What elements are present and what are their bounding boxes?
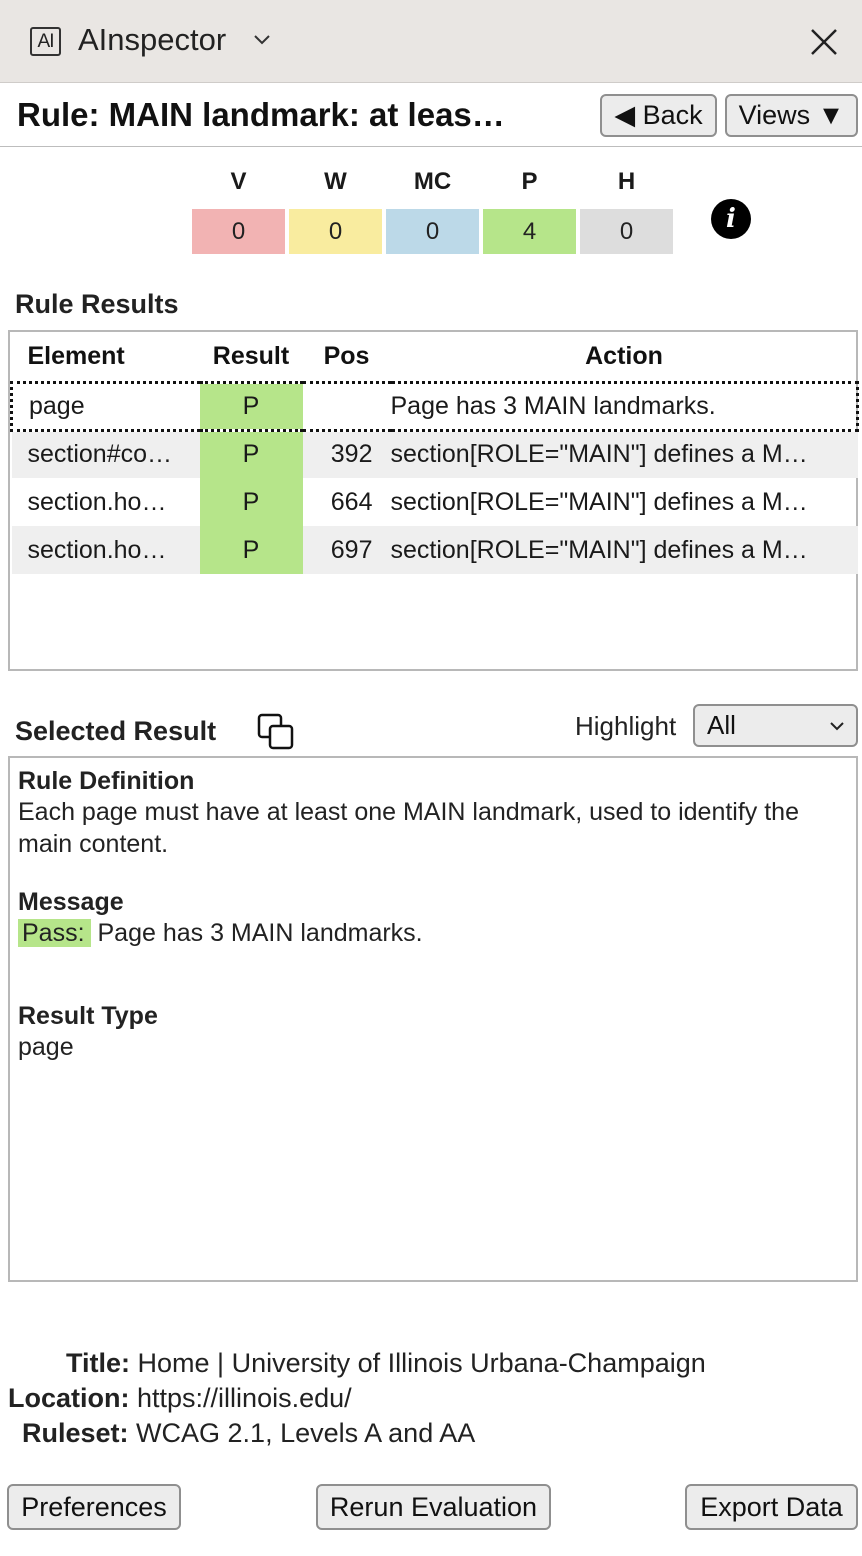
copy-icon[interactable] (257, 713, 295, 751)
table-row[interactable]: page P Page has 3 MAIN landmarks. (10, 380, 859, 432)
back-button[interactable]: ◀ Back (600, 94, 717, 137)
cell-result: P (199, 380, 303, 432)
cell-element: section.ho… (11, 526, 200, 574)
title-bar: AI AInspector (0, 0, 862, 83)
highlight-label: Highlight (575, 711, 677, 741)
message-text: Pass: Page has 3 MAIN landmarks. (18, 917, 848, 949)
cell-result: P (199, 526, 303, 574)
rule-definition-text: Each page must have at least one MAIN la… (18, 798, 799, 858)
highlight-select[interactable]: All (693, 704, 858, 747)
rule-definition-heading: Rule Definition (18, 767, 195, 795)
pass-badge: Pass: (18, 919, 91, 947)
selected-result-heading: Selected Result (15, 716, 217, 746)
app-title[interactable]: AInspector (78, 22, 226, 58)
column-header-element[interactable]: Element (12, 332, 200, 382)
cell-action: section[ROLE="MAIN"] defines a M… (390, 487, 808, 516)
summary-passed: P 4 (483, 168, 576, 254)
cell-pos: 392 (302, 430, 391, 478)
summary-violations: V 0 (192, 168, 285, 254)
column-header-pos[interactable]: Pos (303, 332, 391, 382)
table-row[interactable]: section.ho… P 697 section[ROLE="MAIN"] d… (11, 526, 858, 574)
table-row[interactable]: section.ho… P 664 section[ROLE="MAIN"] d… (12, 478, 858, 526)
ai-logo-icon: AI (30, 27, 61, 56)
cell-element: section#co… (11, 430, 200, 478)
page-title-info: Title: Home | University of Illinois Urb… (66, 1348, 706, 1379)
cell-pos: 664 (330, 487, 373, 516)
result-type-heading: Result Type (18, 1002, 158, 1030)
highlight-select-value: All (707, 710, 736, 740)
rerun-evaluation-button[interactable]: Rerun Evaluation (316, 1484, 551, 1530)
rule-results-heading: Rule Results (15, 289, 179, 319)
export-data-button[interactable]: Export Data (685, 1484, 858, 1530)
cell-action: Page has 3 MAIN landmarks. (390, 380, 859, 432)
summary-count: 0 (386, 209, 479, 254)
summary-manual-checks: MC 0 (386, 168, 479, 254)
summary-label: W (324, 168, 347, 195)
cell-action: section[ROLE="MAIN"] defines a M… (390, 526, 858, 574)
cell-pos: 697 (302, 526, 391, 574)
summary-label: H (617, 168, 636, 195)
summary-label: MC (413, 168, 452, 195)
summary-label: P (521, 168, 538, 195)
message-body: Page has 3 MAIN landmarks. (97, 919, 423, 947)
divider (0, 146, 862, 147)
title-label: Title: (66, 1348, 131, 1378)
rule-results-grid[interactable]: Element Result Pos Action page P Page ha… (8, 330, 859, 671)
column-header-action[interactable]: Action (391, 332, 858, 382)
cell-element: section.ho… (27, 487, 167, 516)
summary-count: 0 (289, 209, 382, 254)
ruleset-value: WCAG 2.1, Levels A and AA (136, 1418, 476, 1448)
ruleset-info: Ruleset: WCAG 2.1, Levels A and AA (22, 1418, 475, 1449)
cell-action: section[ROLE="MAIN"] defines a M… (390, 430, 858, 478)
summary-count: 0 (192, 209, 285, 254)
location-value: https://illinois.edu/ (137, 1383, 352, 1413)
cell-result: P (199, 430, 303, 478)
chevron-down-icon (830, 722, 844, 731)
preferences-button[interactable]: Preferences (7, 1484, 181, 1530)
location-label: Location: (8, 1383, 130, 1413)
summary-label: V (230, 168, 247, 195)
result-type-value: page (18, 1033, 74, 1061)
table-row[interactable]: section#co… P 392 section[ROLE="MAIN"] d… (11, 430, 858, 478)
cell-pos (302, 380, 391, 432)
summary-count: 0 (580, 209, 673, 254)
summary-count: 4 (483, 209, 576, 254)
cell-result: P (199, 478, 303, 526)
rule-title: Rule: MAIN landmark: at leas… (17, 96, 505, 133)
chevron-down-icon[interactable] (252, 30, 272, 50)
summary-hidden: H 0 (580, 168, 673, 254)
views-button[interactable]: Views ▼ (725, 94, 858, 137)
info-icon[interactable]: i (711, 199, 751, 239)
result-details: Rule Definition Each page must have at l… (8, 756, 858, 1282)
close-icon[interactable] (808, 26, 840, 58)
title-value: Home | University of Illinois Urbana-Cha… (137, 1348, 706, 1378)
cell-element: page (10, 380, 200, 432)
column-header-result[interactable]: Result (200, 332, 303, 382)
summary-warnings: W 0 (289, 168, 382, 254)
ruleset-label: Ruleset: (22, 1418, 129, 1448)
message-heading: Message (18, 888, 124, 916)
page-location-info: Location: https://illinois.edu/ (8, 1383, 352, 1414)
